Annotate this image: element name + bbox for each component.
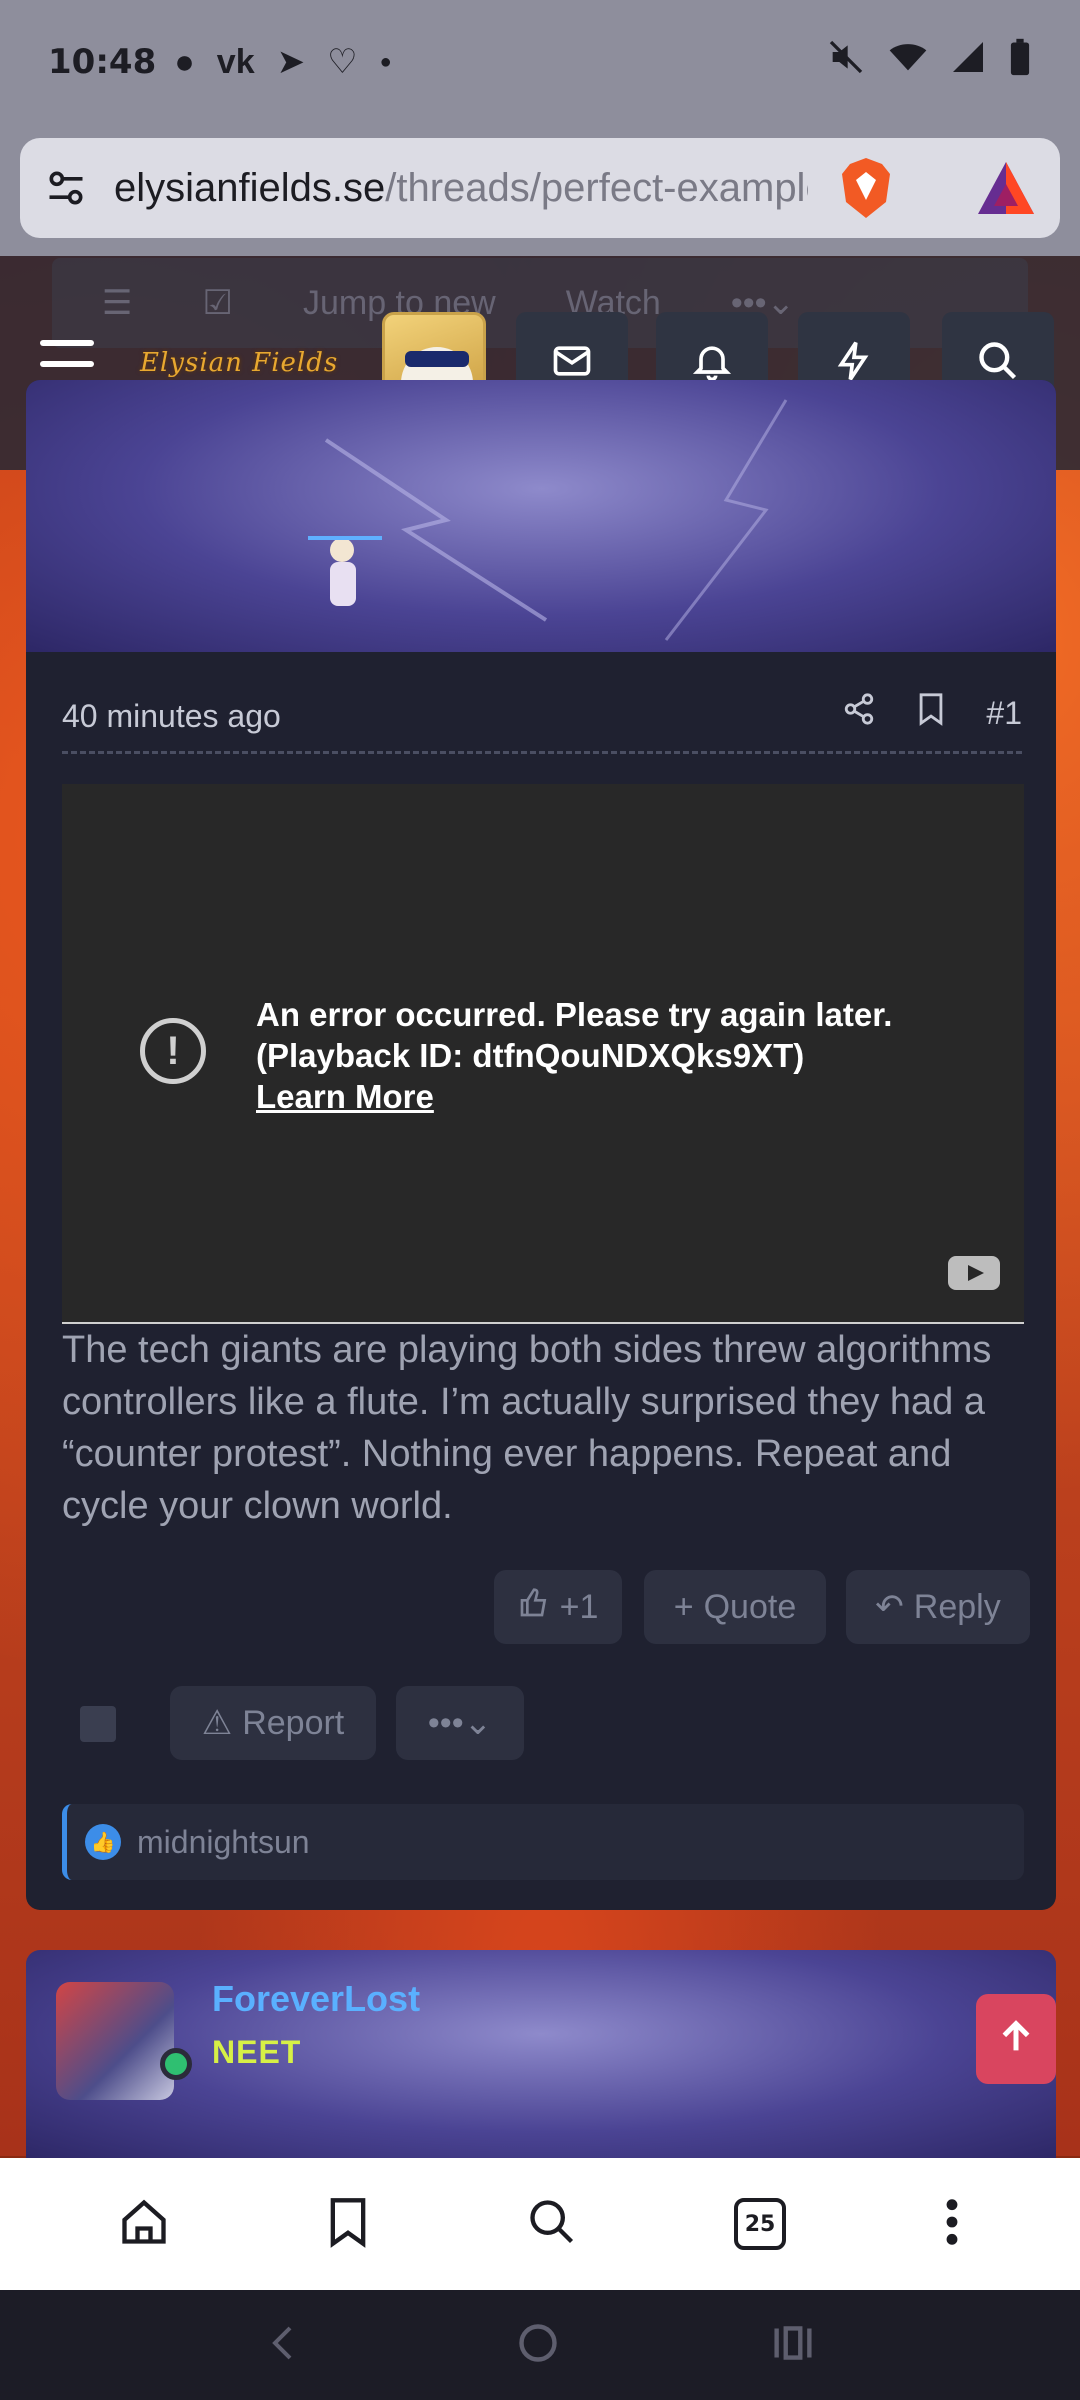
user-role: NEET bbox=[212, 2034, 302, 2070]
message-icon: ● bbox=[174, 42, 195, 81]
error-line-1: An error occurred. Please try again late… bbox=[256, 996, 893, 1033]
more-actions-button[interactable]: •••⌄ bbox=[396, 1686, 524, 1760]
quote-button[interactable]: + Quote bbox=[644, 1570, 826, 1644]
bookmark-icon[interactable] bbox=[916, 692, 946, 734]
thumbs-up-icon bbox=[518, 1587, 550, 1628]
browser-bottom-bar: 25 bbox=[0, 2158, 1080, 2290]
lightning-banner-art bbox=[308, 399, 788, 641]
online-indicator bbox=[160, 2048, 192, 2080]
select-post-checkbox[interactable] bbox=[80, 1706, 116, 1742]
reaction-bar[interactable]: 👍 midnightsun bbox=[62, 1804, 1024, 1880]
error-line-2: (Playback ID: dtfnQouNDXQks9XT) bbox=[256, 1037, 805, 1074]
address-bar[interactable]: elysianfields.se/threads/perfect-example bbox=[20, 138, 1060, 238]
share-icon[interactable] bbox=[842, 692, 876, 734]
post-username[interactable]: ForeverLost bbox=[212, 1978, 420, 2020]
system-nav-bar bbox=[0, 2290, 1080, 2400]
site-logo[interactable]: Elysian Fields bbox=[140, 348, 338, 378]
battery-icon bbox=[1008, 37, 1032, 87]
browser-toolbar: elysianfields.se/threads/perfect-example bbox=[0, 124, 1080, 256]
scroll-to-top-button[interactable] bbox=[976, 1994, 1056, 2084]
warning-icon: ⚠ bbox=[201, 1704, 233, 1742]
status-time: 10:48 bbox=[48, 42, 157, 82]
arrow-up-icon bbox=[996, 2017, 1036, 2062]
search-icon[interactable] bbox=[526, 2196, 578, 2253]
next-post-card: ForeverLost NEET bbox=[26, 1950, 1056, 2160]
recents-icon[interactable] bbox=[771, 2323, 815, 2368]
post-time[interactable]: 40 minutes ago bbox=[62, 698, 281, 735]
error-icon: ! bbox=[140, 1018, 206, 1084]
site-settings-icon[interactable] bbox=[44, 166, 88, 210]
user-avatar[interactable] bbox=[56, 1982, 174, 2100]
like-reaction-icon: 👍 bbox=[85, 1824, 121, 1860]
url-text[interactable]: elysianfields.se/threads/perfect-example bbox=[114, 166, 808, 211]
report-button[interactable]: ⚠ Report bbox=[170, 1686, 376, 1760]
overflow-menu-icon[interactable] bbox=[942, 2196, 962, 2253]
signal-icon bbox=[950, 39, 986, 85]
post-number[interactable]: #1 bbox=[986, 695, 1022, 732]
like-button[interactable]: +1 bbox=[494, 1570, 622, 1644]
quote-label: Quote bbox=[703, 1587, 797, 1626]
video-error-message: An error occurred. Please try again late… bbox=[256, 994, 892, 1117]
vk-icon: vk bbox=[216, 42, 255, 81]
learn-more-link[interactable]: Learn More bbox=[256, 1076, 892, 1117]
plus-icon: + bbox=[673, 1587, 694, 1626]
youtube-logo-icon[interactable] bbox=[948, 1256, 1000, 1290]
tab-switcher[interactable]: 25 bbox=[734, 2198, 786, 2250]
more-options-icon: •••⌄ bbox=[427, 1704, 493, 1742]
brave-rewards-icon[interactable] bbox=[976, 160, 1036, 216]
brave-shields-icon[interactable] bbox=[836, 156, 896, 220]
more-dot-icon: ● bbox=[379, 50, 392, 73]
post-body: The tech giants are playing both sides t… bbox=[62, 1329, 992, 1527]
wifi-icon bbox=[888, 37, 928, 87]
reply-arrow-icon: ↶ bbox=[875, 1588, 904, 1626]
telegram-icon: ➤ bbox=[276, 43, 306, 81]
back-icon[interactable] bbox=[265, 2323, 305, 2368]
reply-label: Reply bbox=[913, 1587, 1001, 1626]
like-label: +1 bbox=[559, 1587, 599, 1626]
status-bar: 10:48 ● vk ➤ ♡ ● bbox=[0, 0, 1080, 124]
report-label: Report bbox=[242, 1703, 345, 1742]
post-card: 40 minutes ago #1 ! An error occurred. P… bbox=[26, 380, 1056, 1910]
video-embed[interactable]: ! An error occurred. Please try again la… bbox=[62, 784, 1024, 1324]
reply-button[interactable]: ↶ Reply bbox=[846, 1570, 1030, 1644]
mute-icon bbox=[826, 37, 866, 87]
post-meta: 40 minutes ago #1 bbox=[62, 692, 1022, 754]
bookmarks-icon[interactable] bbox=[326, 2196, 370, 2253]
home-icon[interactable] bbox=[118, 2196, 170, 2253]
home-circle-icon[interactable] bbox=[516, 2321, 560, 2370]
heart-chat-icon: ♡ bbox=[327, 43, 358, 81]
reaction-user[interactable]: midnightsun bbox=[137, 1824, 310, 1861]
user-banner bbox=[26, 380, 1056, 652]
